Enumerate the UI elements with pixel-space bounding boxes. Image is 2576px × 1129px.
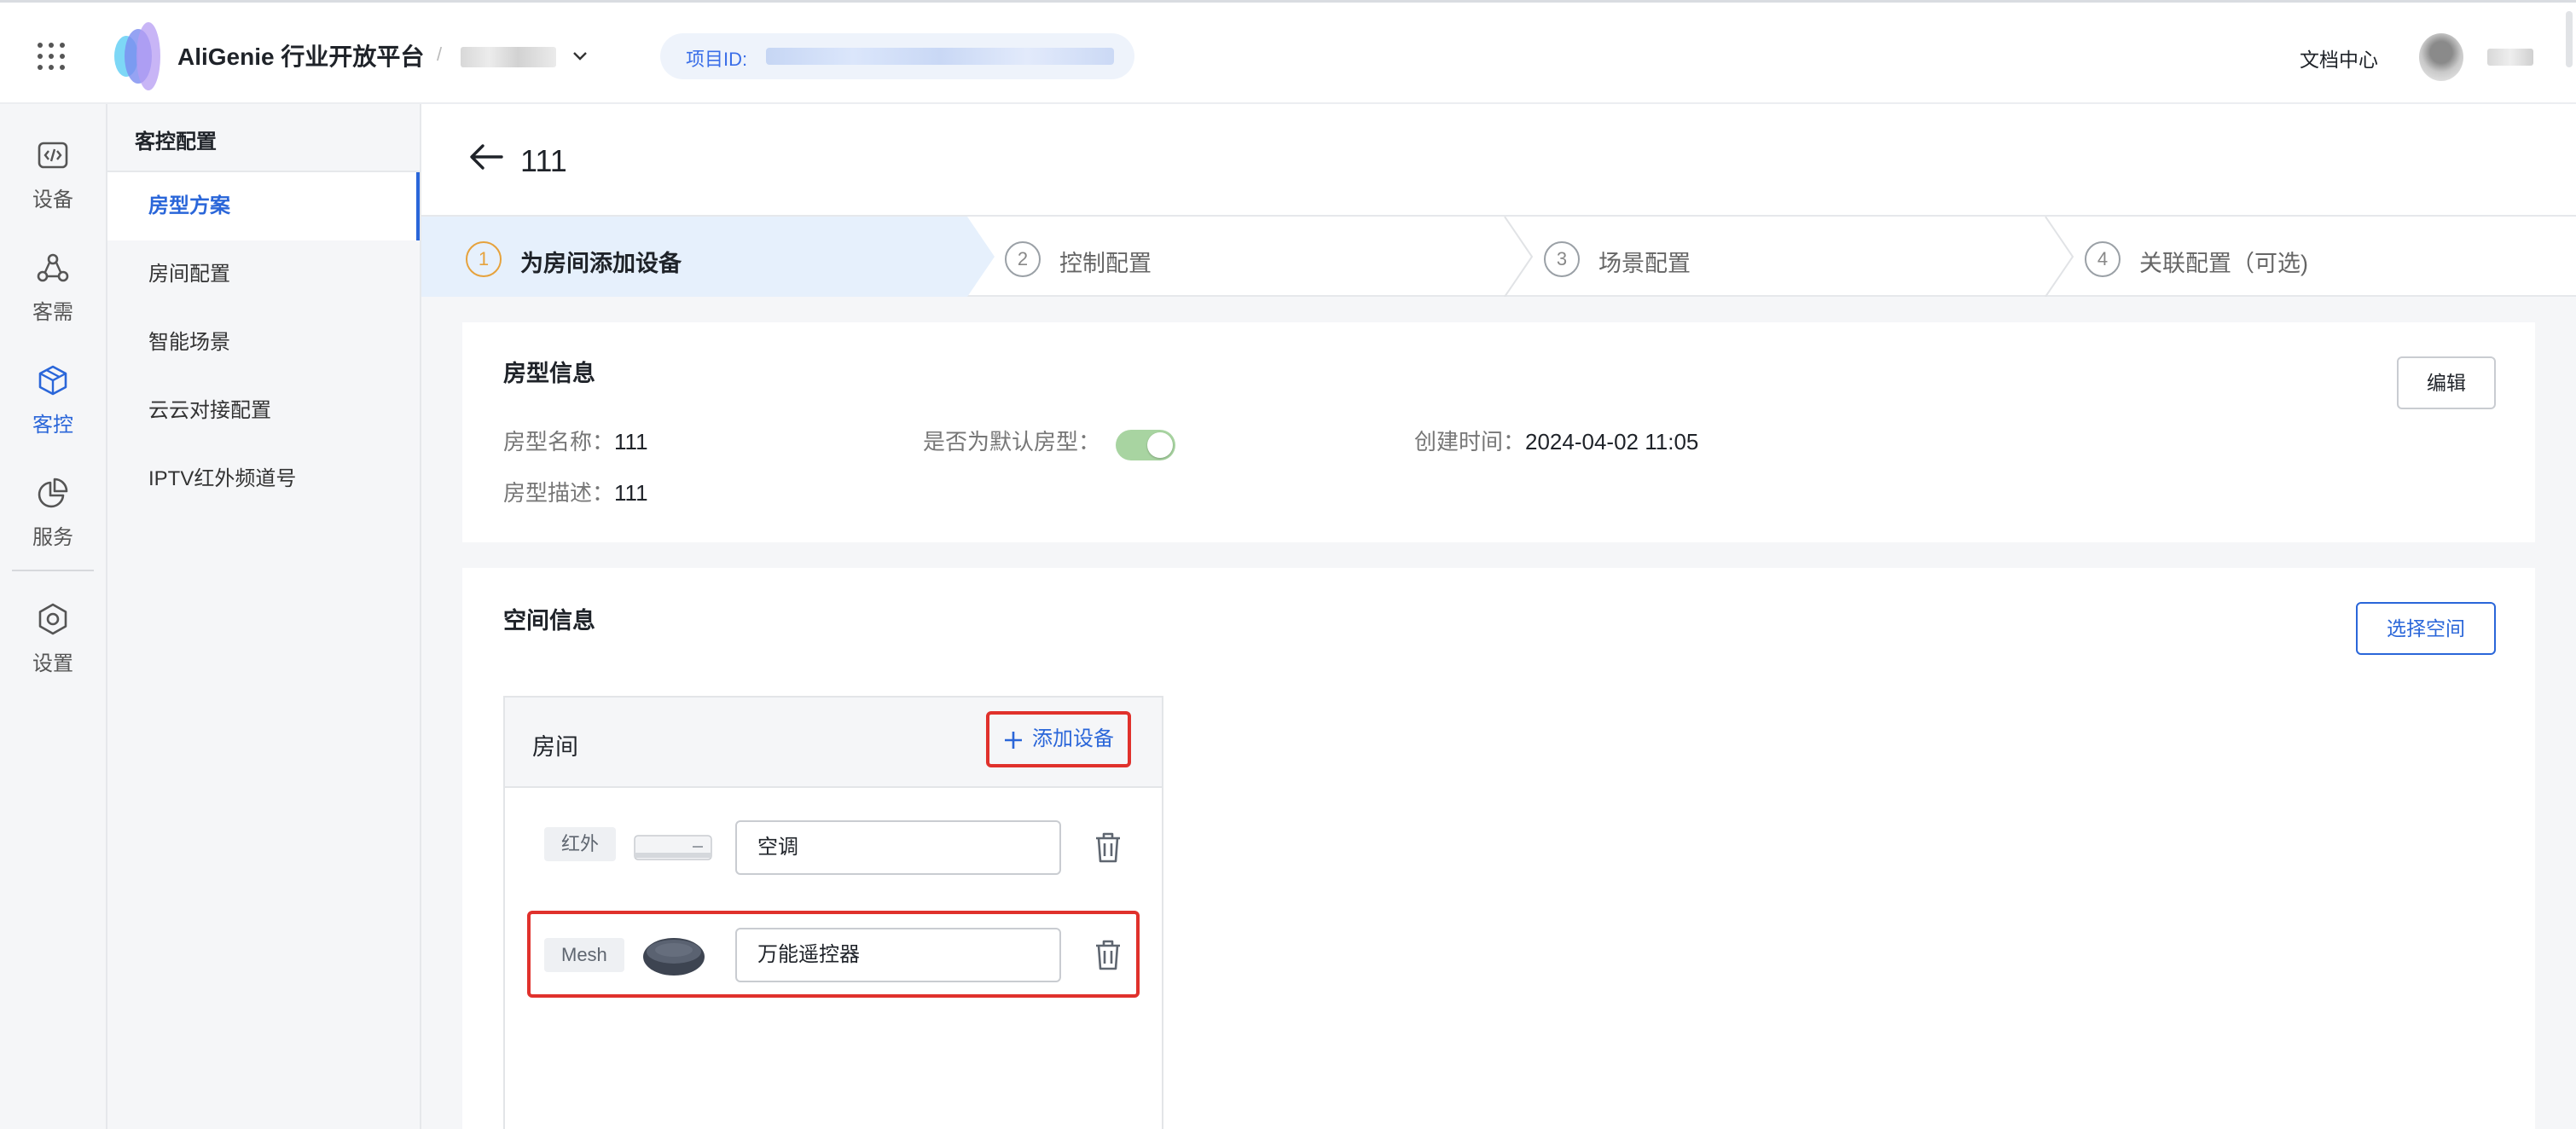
- step-label: 场景配置: [1598, 251, 1691, 276]
- room-panel: 房间 添加设备 红外 空调 Mesh 万能遥控器: [503, 696, 1163, 1129]
- sidebar-section-title: 客控配置: [135, 130, 217, 153]
- settings-hex-icon: [38, 603, 67, 635]
- field-label: 是否为默认房型：: [923, 429, 1101, 454]
- plus-icon: [1005, 732, 1022, 749]
- rail-divider: [12, 570, 94, 571]
- step-label: 关联配置（可选): [2139, 251, 2308, 276]
- universal-remote-image: [643, 938, 705, 976]
- step-number: 4: [2085, 241, 2121, 277]
- add-device-button[interactable]: 添加设备: [986, 711, 1131, 767]
- rail-item-services[interactable]: 服务: [0, 476, 106, 570]
- device-row: Mesh 万能遥控器: [505, 911, 1162, 1001]
- brand-title: AliGenie 行业开放平台: [177, 43, 425, 70]
- trash-icon[interactable]: [1094, 831, 1123, 864]
- sidebar-item-cloud-integration[interactable]: 云云对接配置: [107, 377, 420, 445]
- left-rail: 设备 客需 客控 服务 设置: [0, 104, 107, 1129]
- room-panel-header: 房间 添加设备: [505, 698, 1162, 788]
- air-conditioner-image: [634, 835, 712, 860]
- project-id-badge: 项目ID:: [660, 33, 1134, 79]
- default-room-type-toggle[interactable]: [1116, 430, 1175, 460]
- protocol-tag: Mesh: [544, 938, 624, 972]
- rail-label-guest-control: 客控: [32, 414, 73, 437]
- code-icon: [38, 142, 68, 169]
- section-title: 空间信息: [503, 608, 595, 634]
- page-title: 111: [520, 143, 567, 178]
- nodes-icon: [37, 253, 69, 282]
- room-type-info-card: 房型信息 编辑 房型名称：111 是否为默认房型： 创建时间：2024-04-0…: [462, 322, 2535, 542]
- rail-item-settings[interactable]: 设置: [0, 602, 106, 696]
- rail-label-guest-needs: 客需: [32, 301, 73, 324]
- scrollbar[interactable]: [2566, 11, 2573, 67]
- device-name-input[interactable]: 空调: [735, 820, 1061, 875]
- sidebar-item-room-config[interactable]: 房间配置: [107, 240, 420, 309]
- chevron-down-icon[interactable]: [570, 45, 590, 66]
- created-time: 创建时间：2024-04-02 11:05: [1414, 425, 1698, 456]
- project-name-redacted[interactable]: [461, 47, 556, 67]
- step-number: 1: [466, 241, 502, 277]
- step-number: 2: [1005, 241, 1041, 277]
- add-device-label: 添加设备: [1032, 727, 1114, 750]
- room-type-name: 房型名称：111: [503, 425, 648, 456]
- field-value: 2024-04-02 11:05: [1525, 429, 1699, 454]
- field-value: 111: [614, 480, 648, 506]
- device-row: 红外 空调: [505, 802, 1162, 892]
- section-title: 房型信息: [503, 361, 595, 386]
- aligenie-logo: [114, 22, 160, 90]
- top-header: AliGenie 行业开放平台 / 项目ID: 文档中心: [0, 0, 2576, 104]
- field-value: 111: [614, 429, 648, 454]
- rail-label-settings: 设置: [32, 652, 73, 675]
- edit-button[interactable]: 编辑: [2397, 356, 2496, 409]
- pie-chart-icon: [38, 478, 68, 508]
- project-id-label: 项目ID:: [686, 49, 748, 70]
- default-room-type: 是否为默认房型：: [923, 425, 1100, 456]
- main-content: 111 1 为房间添加设备 2 控制配置 3 场景配置 4 关联配置（可选) 房…: [421, 104, 2576, 1129]
- field-label: 房型描述：: [503, 480, 615, 506]
- username-redacted[interactable]: [2487, 49, 2533, 66]
- page-header: 111: [421, 104, 2576, 215]
- rail-label-devices: 设备: [32, 188, 73, 211]
- select-space-button[interactable]: 选择空间: [2356, 602, 2496, 655]
- trash-icon[interactable]: [1094, 939, 1123, 971]
- step-control-config[interactable]: 2 控制配置: [960, 217, 1506, 298]
- rail-item-guest-needs[interactable]: 客需: [0, 251, 106, 344]
- rail-item-guest-control[interactable]: 客控: [0, 363, 106, 457]
- step-scene-config[interactable]: 3 场景配置: [1500, 217, 2045, 298]
- room-type-description: 房型描述：111: [503, 476, 648, 507]
- step-label: 控制配置: [1059, 251, 1152, 276]
- space-info-card: 空间信息 选择空间 房间 添加设备 红外 空调 Mesh 万能遥控器: [462, 568, 2535, 1129]
- step-number: 3: [1544, 241, 1580, 277]
- device-name-input[interactable]: 万能遥控器: [735, 928, 1061, 982]
- doc-center-link[interactable]: 文档中心: [2300, 43, 2378, 72]
- project-id-value-redacted: [766, 48, 1114, 65]
- avatar[interactable]: [2419, 33, 2463, 81]
- cube-icon: [38, 365, 67, 396]
- back-arrow-icon[interactable]: [467, 140, 505, 174]
- rail-item-devices[interactable]: 设备: [0, 138, 106, 232]
- step-association-config[interactable]: 4 关联配置（可选): [2040, 217, 2569, 298]
- rail-label-services: 服务: [32, 526, 73, 549]
- protocol-tag: 红外: [544, 827, 617, 861]
- field-label: 创建时间：: [1414, 429, 1526, 454]
- step-label: 为房间添加设备: [520, 251, 682, 276]
- field-label: 房型名称：: [503, 429, 615, 454]
- secondary-sidebar: 客控配置 房型方案 房间配置 智能场景 云云对接配置 IPTV红外频道号: [107, 104, 421, 1129]
- stepper: 1 为房间添加设备 2 控制配置 3 场景配置 4 关联配置（可选): [421, 215, 2576, 297]
- room-title: 房间: [532, 734, 578, 760]
- sidebar-item-smart-scenes[interactable]: 智能场景: [107, 309, 420, 377]
- app-grid-icon[interactable]: [38, 43, 65, 70]
- sidebar-item-room-type-plan[interactable]: 房型方案: [107, 172, 420, 240]
- sidebar-item-iptv-ir-channels[interactable]: IPTV红外频道号: [107, 445, 420, 513]
- breadcrumb-separator: /: [437, 43, 443, 65]
- step-add-devices[interactable]: 1 为房间添加设备: [421, 217, 984, 298]
